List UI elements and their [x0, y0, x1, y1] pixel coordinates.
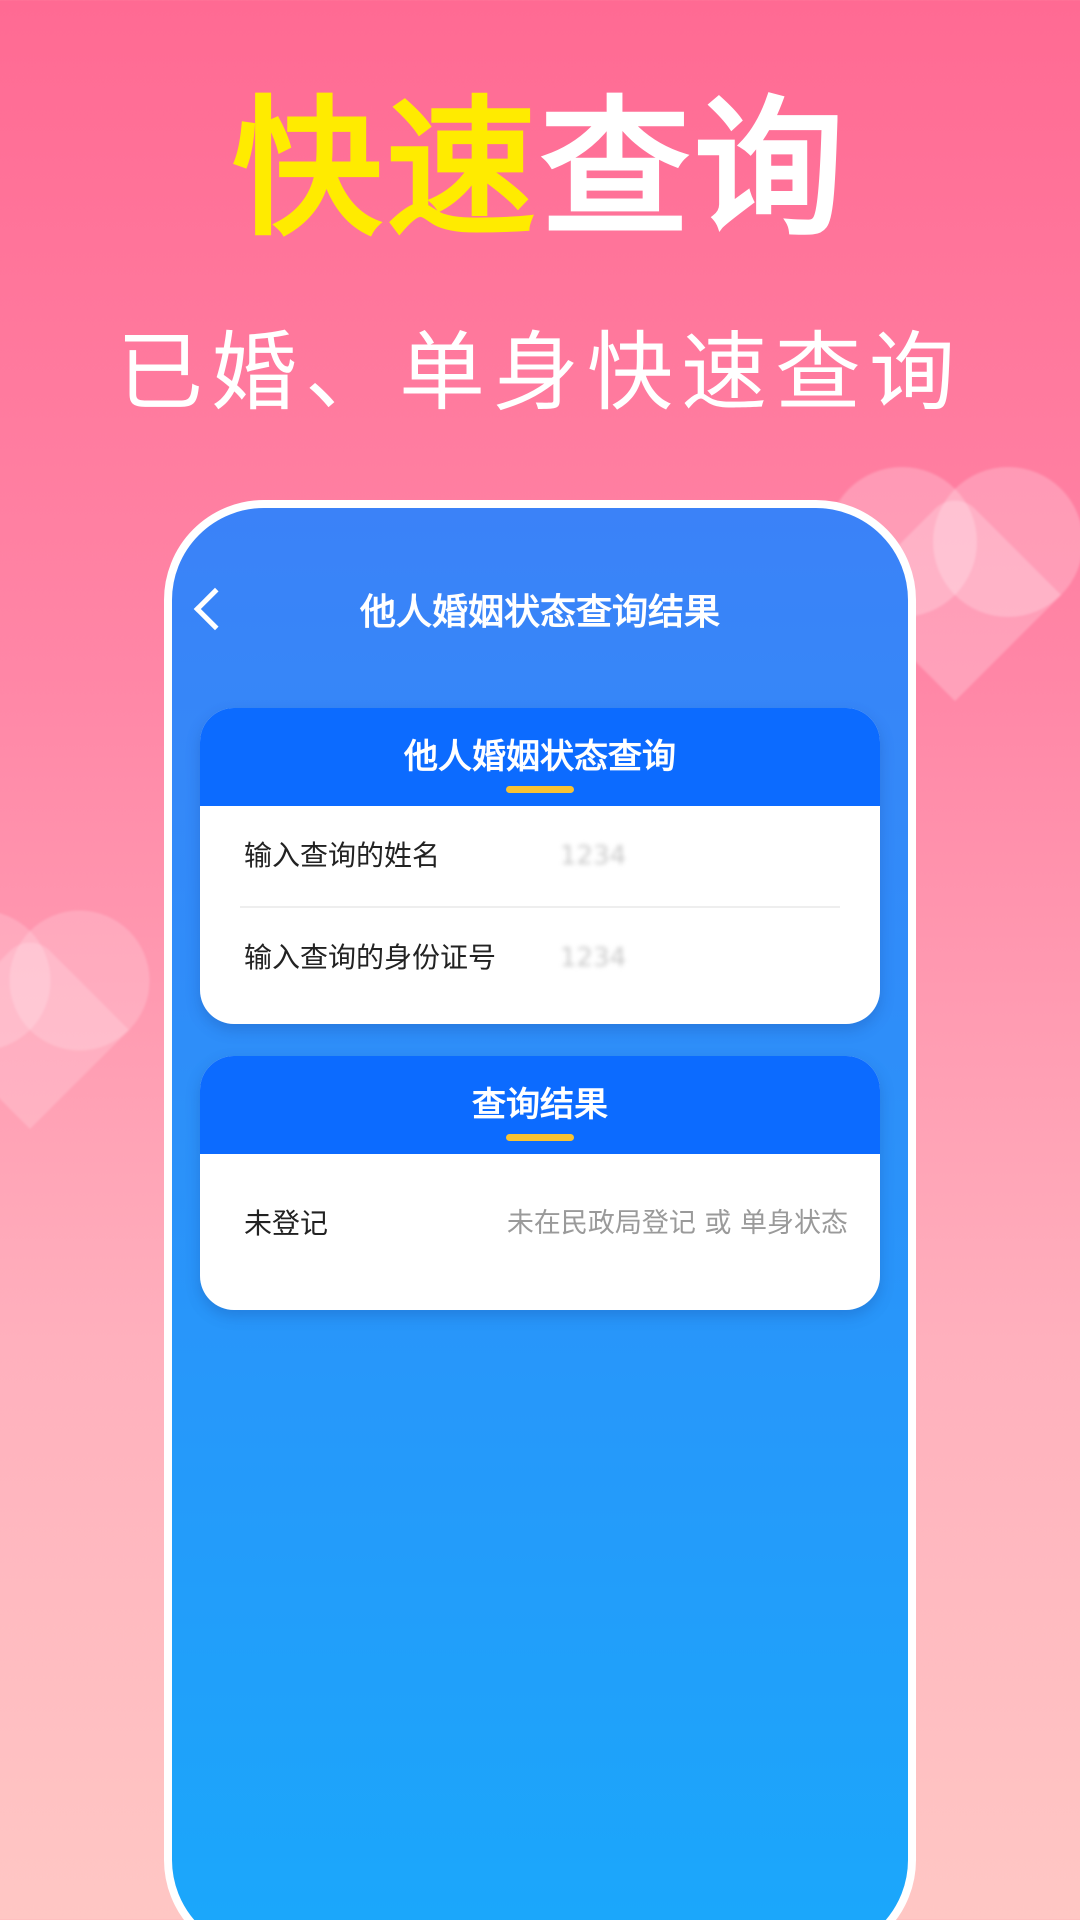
phone-mockup: 他人婚姻状态查询结果 他人婚姻状态查询 输入查询的姓名 输入查询的身份证号 查询… — [164, 500, 916, 1920]
page-title: 他人婚姻状态查询结果 — [359, 592, 720, 633]
name-row: 输入查询的姓名 — [240, 806, 840, 906]
title-underline — [506, 786, 574, 793]
nav-bar: 他人婚姻状态查询结果 — [172, 578, 908, 648]
id-label: 输入查询的身份证号 — [244, 941, 497, 974]
hero-subtitle: 已婚、单身快速查询 — [117, 323, 963, 423]
id-number-input[interactable] — [560, 938, 840, 978]
name-input[interactable] — [560, 836, 840, 876]
query-card: 他人婚姻状态查询 输入查询的姓名 输入查询的身份证号 — [200, 708, 880, 1024]
status-label: 未登记 — [244, 1207, 329, 1240]
heart-decoration — [0, 931, 129, 1129]
id-row: 输入查询的身份证号 — [240, 906, 840, 1006]
result-card-header: 查询结果 — [200, 1056, 880, 1154]
title-underline — [506, 1134, 574, 1141]
hero-title-rest: 查询 — [540, 83, 849, 257]
name-label: 输入查询的姓名 — [244, 839, 441, 872]
result-row: 未登记 未在民政局登记 或 单身状态 — [240, 1154, 848, 1294]
hero-title: 快速查询 — [0, 95, 1080, 245]
status-value: 未在民政局登记 或 单身状态 — [506, 1208, 848, 1239]
hero-title-highlight: 快速 — [231, 83, 540, 257]
result-card: 查询结果 未登记 未在民政局登记 或 单身状态 — [200, 1056, 880, 1310]
query-card-header: 他人婚姻状态查询 — [200, 708, 880, 806]
